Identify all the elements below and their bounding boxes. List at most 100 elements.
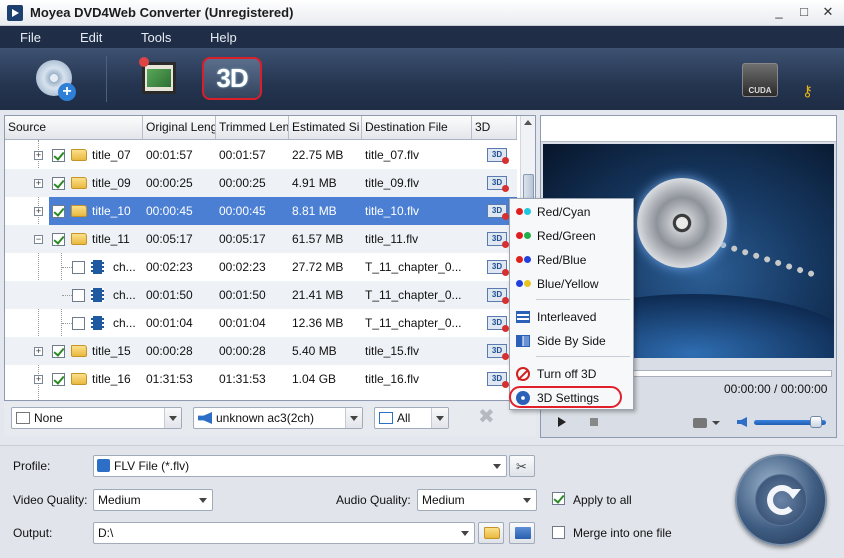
menu-tools[interactable]: Tools xyxy=(141,30,171,45)
open-output-button[interactable] xyxy=(509,522,535,544)
maximize-button[interactable]: □ xyxy=(795,4,813,20)
header-estimated-size[interactable]: Estimated Si xyxy=(289,116,362,139)
profile-label: Profile: xyxy=(13,459,51,473)
header-trimmed-length[interactable]: Trimmed Len xyxy=(216,116,289,139)
3d-mode-icon[interactable]: 3D xyxy=(487,372,509,388)
cell-source: ch... xyxy=(113,260,136,274)
chevron-down-icon[interactable] xyxy=(457,523,474,543)
profile-settings-button[interactable]: ✂ xyxy=(509,455,535,477)
table-row[interactable]: + title_07 00:01:57 00:01:57 22.75 MB ti… xyxy=(5,141,517,169)
menu-item-turn-off-3d[interactable]: Turn off 3D xyxy=(510,363,633,385)
row-checkbox[interactable] xyxy=(72,261,85,274)
chevron-down-icon[interactable] xyxy=(712,421,720,425)
chevron-down-icon[interactable] xyxy=(489,456,506,476)
convert-button[interactable] xyxy=(735,454,827,546)
cell-trimmed-length: 01:31:53 xyxy=(219,372,266,386)
volume-thumb[interactable] xyxy=(810,416,822,428)
angle-icon xyxy=(379,412,393,424)
chevron-down-icon[interactable] xyxy=(345,408,362,428)
table-row[interactable]: ch... 00:01:50 00:01:50 21.41 MB T_11_ch… xyxy=(5,281,517,309)
minimize-button[interactable]: _ xyxy=(770,4,788,20)
cuda-icon[interactable]: CUDA xyxy=(742,63,778,97)
row-checkbox[interactable] xyxy=(52,345,65,358)
expand-toggle[interactable]: + xyxy=(34,207,43,216)
side-by-side-icon xyxy=(516,335,530,347)
row-checkbox[interactable] xyxy=(72,317,85,330)
scroll-up-icon[interactable] xyxy=(524,120,532,125)
stop-icon[interactable] xyxy=(590,418,598,426)
3d-mode-icon[interactable]: 3D xyxy=(487,316,509,332)
profile-select[interactable]: FLV File (*.flv) xyxy=(93,455,507,477)
angle-select[interactable]: All xyxy=(374,407,449,429)
audio-quality-select[interactable]: Medium xyxy=(417,489,537,511)
menu-help[interactable]: Help xyxy=(210,30,237,45)
edit-video-icon[interactable] xyxy=(139,57,176,94)
preview-header xyxy=(541,116,836,142)
table-row[interactable]: + title_16 01:31:53 01:31:53 1.04 GB tit… xyxy=(5,365,517,393)
table-row[interactable]: + title_15 00:00:28 00:00:28 5.40 MB tit… xyxy=(5,337,517,365)
3d-mode-icon[interactable]: 3D xyxy=(487,344,509,360)
row-checkbox[interactable] xyxy=(52,205,65,218)
chevron-down-icon[interactable] xyxy=(164,408,181,428)
menu-item-interleaved[interactable]: Interleaved xyxy=(510,306,633,328)
load-dvd-icon[interactable] xyxy=(36,60,76,101)
cell-original-length: 00:01:50 xyxy=(146,288,193,302)
playback-time: 00:00:00 / 00:00:00 xyxy=(724,382,828,396)
table-row[interactable]: − title_11 00:05:17 00:05:17 61.57 MB ti… xyxy=(5,225,517,253)
table-row[interactable]: + title_09 00:00:25 00:00:25 4.91 MB tit… xyxy=(5,169,517,197)
header-original-length[interactable]: Original Leng xyxy=(143,116,216,139)
cell-estimated-size: 1.04 GB xyxy=(292,372,337,386)
merge-checkbox[interactable] xyxy=(552,526,565,539)
table-row[interactable]: ch... 00:01:04 00:01:04 12.36 MB T_11_ch… xyxy=(5,309,517,337)
expand-toggle[interactable]: + xyxy=(34,375,43,384)
menu-item-side-by-side[interactable]: Side By Side xyxy=(510,330,633,352)
chevron-down-icon[interactable] xyxy=(195,490,212,510)
3d-mode-icon[interactable]: 3D xyxy=(487,288,509,304)
video-quality-select[interactable]: Medium xyxy=(93,489,213,511)
3d-mode-icon[interactable]: 3D xyxy=(487,176,509,192)
interleaved-icon xyxy=(516,311,530,323)
row-checkbox[interactable] xyxy=(52,233,65,246)
chevron-down-icon[interactable] xyxy=(431,408,448,428)
expand-toggle[interactable]: + xyxy=(34,347,43,356)
menu-edit[interactable]: Edit xyxy=(80,30,102,45)
3d-mode-icon[interactable]: 3D xyxy=(487,232,509,248)
file-list[interactable]: Source Original Leng Trimmed Len Estimat… xyxy=(4,115,536,401)
row-checkbox[interactable] xyxy=(52,149,65,162)
3d-mode-icon[interactable]: 3D xyxy=(487,260,509,276)
3d-mode-icon[interactable]: 3D xyxy=(487,148,509,164)
list-header: Source Original Leng Trimmed Len Estimat… xyxy=(5,116,517,140)
play-icon[interactable] xyxy=(558,417,566,427)
row-checkbox[interactable] xyxy=(52,373,65,386)
remove-icon[interactable]: ✖ xyxy=(478,407,495,427)
menu-item-blue-yellow[interactable]: Blue/Yellow xyxy=(510,273,633,295)
close-button[interactable]: ✕ xyxy=(819,4,837,20)
menu-item-red-green[interactable]: Red/Green xyxy=(510,225,633,247)
snapshot-icon[interactable] xyxy=(693,418,707,428)
table-row[interactable]: ch... 00:02:23 00:02:23 27.72 MB T_11_ch… xyxy=(5,253,517,281)
apply-to-all-checkbox[interactable] xyxy=(552,492,565,505)
3d-button[interactable]: 3D xyxy=(202,57,262,100)
table-row-selected[interactable]: title_10 00:00:45 00:00:45 8.81 MB title… xyxy=(49,197,517,225)
menu-file[interactable]: File xyxy=(20,30,41,45)
audio-track-select[interactable]: unknown ac3(2ch) xyxy=(193,407,363,429)
menu-item-label: Red/Green xyxy=(537,229,596,243)
browse-folder-button[interactable] xyxy=(478,522,504,544)
header-3d[interactable]: 3D xyxy=(472,116,517,139)
collapse-toggle[interactable]: − xyxy=(34,235,43,244)
menu-item-red-cyan[interactable]: Red/Cyan xyxy=(510,201,633,223)
cell-original-length: 00:00:45 xyxy=(146,204,193,218)
expand-toggle[interactable]: + xyxy=(34,151,43,160)
menu-item-red-blue[interactable]: Red/Blue xyxy=(510,249,633,271)
header-destination-file[interactable]: Destination File xyxy=(362,116,472,139)
register-key-icon[interactable]: ⚷ xyxy=(802,82,813,100)
row-checkbox[interactable] xyxy=(52,177,65,190)
output-path-input[interactable]: D:\ xyxy=(93,522,475,544)
3d-mode-icon[interactable]: 3D xyxy=(487,204,509,220)
subtitle-select[interactable]: None xyxy=(11,407,182,429)
volume-icon[interactable] xyxy=(737,417,747,427)
row-checkbox[interactable] xyxy=(72,289,85,302)
expand-toggle[interactable]: + xyxy=(34,179,43,188)
header-source[interactable]: Source xyxy=(5,116,143,139)
chevron-down-icon[interactable] xyxy=(519,490,536,510)
